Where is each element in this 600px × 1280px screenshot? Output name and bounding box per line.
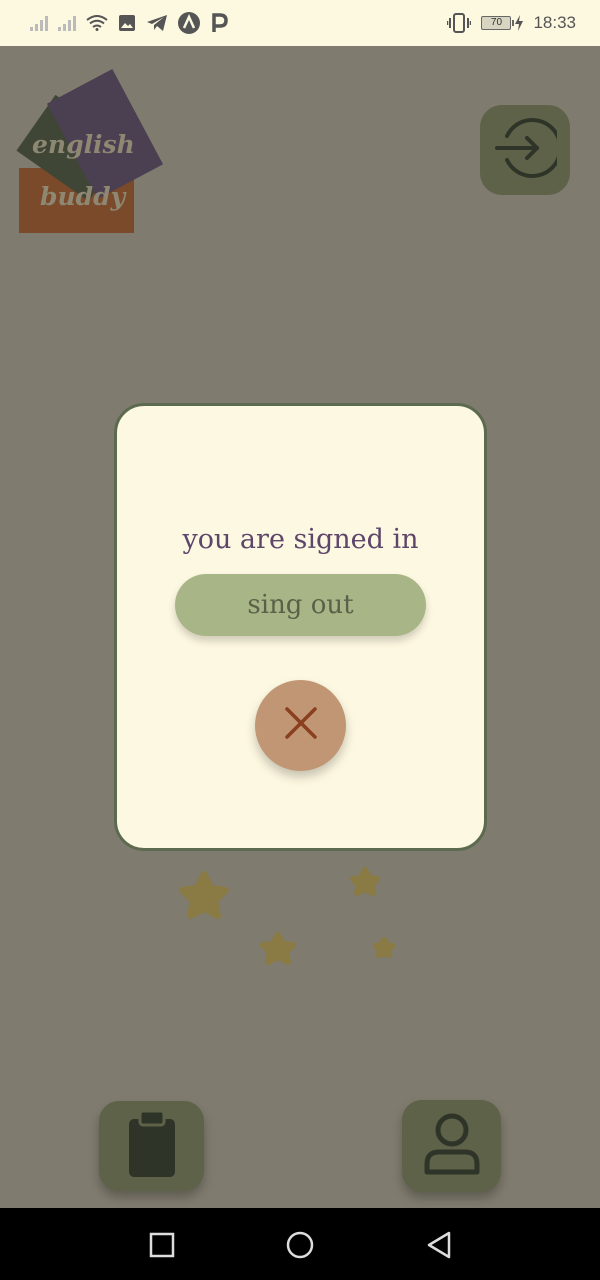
back-button[interactable] bbox=[424, 1230, 454, 1260]
recents-button[interactable] bbox=[147, 1230, 177, 1260]
sign-out-button[interactable]: sing out bbox=[175, 574, 426, 636]
telegram-icon bbox=[146, 14, 168, 32]
star-icon bbox=[179, 871, 229, 919]
system-nav-bar bbox=[0, 1208, 600, 1280]
profile-button[interactable] bbox=[402, 1100, 501, 1192]
stars-decoration bbox=[179, 867, 395, 965]
wifi-icon bbox=[86, 15, 108, 31]
login-arrow-icon bbox=[493, 116, 563, 185]
app-logo: english buddy bbox=[14, 64, 174, 239]
image-icon bbox=[118, 14, 136, 32]
home-button[interactable] bbox=[285, 1230, 315, 1260]
dialog-message: you are signed in bbox=[182, 524, 419, 555]
close-icon bbox=[284, 706, 318, 745]
logo-text-english: english bbox=[32, 130, 135, 159]
login-button[interactable] bbox=[480, 105, 570, 195]
battery-icon: 70 bbox=[481, 16, 515, 30]
clock: 18:33 bbox=[533, 13, 576, 32]
star-icon bbox=[373, 937, 395, 958]
signed-in-dialog: you are signed in sing out bbox=[114, 403, 487, 851]
status-right: 70 18:33 bbox=[447, 13, 576, 33]
status-bar: 70 18:33 bbox=[0, 0, 600, 46]
vibrate-icon bbox=[447, 13, 472, 33]
status-left bbox=[30, 12, 228, 34]
user-icon bbox=[423, 1112, 481, 1181]
triangle-back-icon bbox=[427, 1231, 451, 1259]
close-dialog-button[interactable] bbox=[255, 680, 346, 771]
app-a-icon bbox=[178, 12, 200, 34]
square-icon bbox=[149, 1232, 175, 1258]
star-icon bbox=[350, 867, 380, 896]
tasks-button[interactable] bbox=[99, 1101, 204, 1191]
clipboard-icon bbox=[127, 1109, 177, 1184]
charging-icon bbox=[515, 15, 524, 31]
app-p-icon bbox=[210, 13, 228, 33]
star-icon bbox=[260, 932, 296, 965]
signal-icon bbox=[58, 15, 76, 31]
circle-icon bbox=[286, 1231, 314, 1259]
logo-text-buddy: buddy bbox=[40, 182, 126, 211]
signal-icon bbox=[30, 15, 48, 31]
